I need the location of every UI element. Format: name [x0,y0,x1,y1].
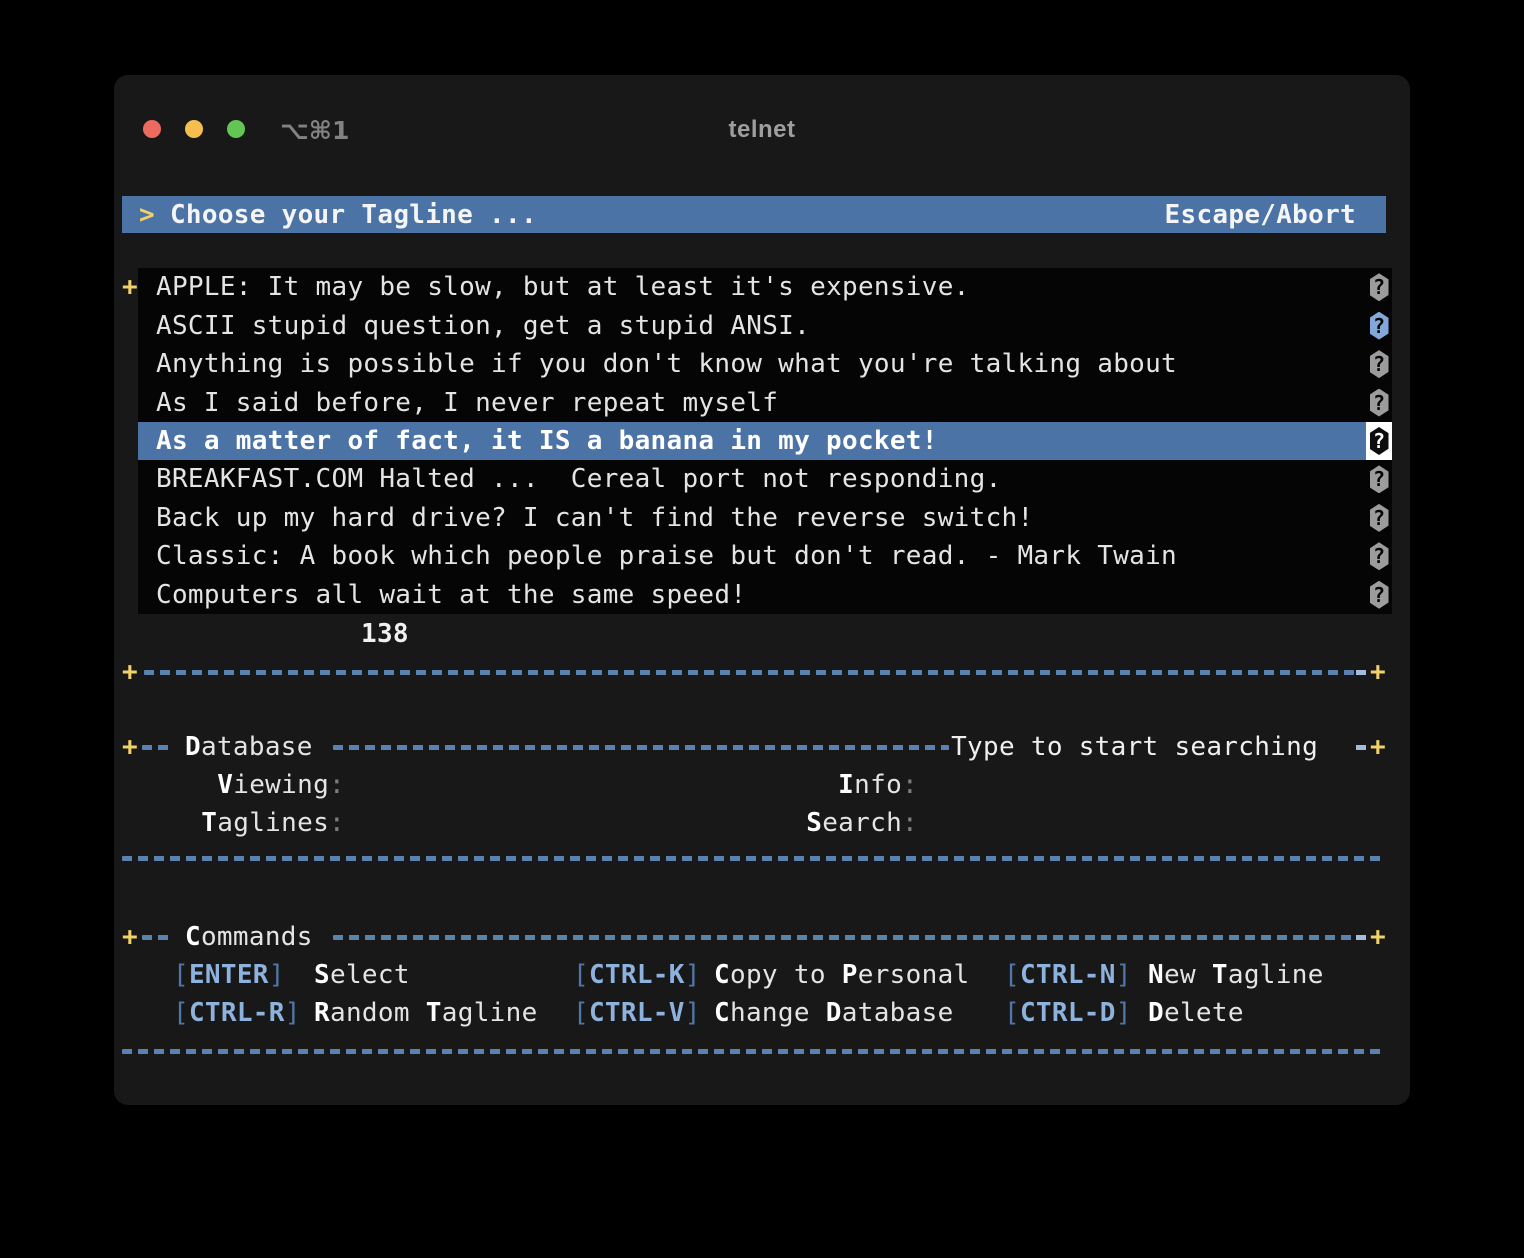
tagline-list: APPLE: It may be slow, but at least it's… [138,268,1392,614]
unknown-char-glyph-icon: ? [1366,460,1392,498]
tagline-row[interactable]: Anything is possible if you don't know w… [138,345,1392,383]
prompt-bar: > Choose your Tagline ... Escape/Abort [122,196,1386,233]
dashed-line [333,745,949,750]
tagline-row[interactable]: ASCII stupid question, get a stupid ANSI… [138,306,1392,344]
tagline-text: As a matter of fact, it IS a banana in m… [138,422,1366,460]
command-label[interactable]: Copy to Personal [714,956,970,994]
escape-abort-button[interactable]: Escape/Abort [1165,196,1356,234]
frame-corner-plus: + [122,268,138,306]
command-label[interactable]: Change Database [714,994,954,1032]
frame-plus: + [122,918,138,956]
tagline-text: As I said before, I never repeat myself [138,383,1366,421]
tagline-text: BREAKFAST.COM Halted ... Cereal port not… [138,460,1366,498]
dashed-line [142,745,169,750]
frame-plus: + [122,653,138,691]
window-title: telnet [114,116,1410,144]
command-key-ctrl-r[interactable]: [CTRL-R] [173,994,301,1032]
separator [122,1032,1386,1070]
tagline-text: APPLE: It may be slow, but at least it's… [138,268,1366,306]
unknown-char-glyph-icon: ? [1366,268,1392,306]
tagline-text: ASCII stupid question, get a stupid ANSI… [138,306,1366,344]
command-label[interactable]: Random Tagline [314,994,538,1032]
tagline-row[interactable]: Back up my hard drive? I can't find the … [138,499,1392,537]
command-key-enter[interactable]: [ENTER] [173,956,285,994]
dashed-line [333,935,1354,940]
tagline-row-selected[interactable]: As a matter of fact, it IS a banana in m… [138,422,1392,460]
frame-plus: + [1370,653,1386,691]
dashed-line-highlight [1356,670,1366,675]
command-key-ctrl-n[interactable]: [CTRL-N] [1004,956,1132,994]
tagline-row[interactable]: As I said before, I never repeat myself? [138,383,1392,421]
unknown-char-glyph-icon: ? [1366,499,1392,537]
tagline-row[interactable]: APPLE: It may be slow, but at least it's… [138,268,1392,306]
tagline-row[interactable]: Classic: A book which people praise but … [138,537,1392,575]
tagline-text: Classic: A book which people praise but … [138,537,1366,575]
dashed-line-highlight [1356,935,1366,940]
unknown-char-glyph-icon: ? [1366,345,1392,383]
tagline-row[interactable]: BREAKFAST.COM Halted ... Cereal port not… [138,460,1392,498]
command-key-ctrl-k[interactable]: [CTRL-K] [573,956,701,994]
command-label[interactable]: New Tagline [1148,956,1324,994]
tagline-text: Anything is possible if you don't know w… [138,345,1366,383]
separator [122,839,1386,877]
tagline-text: Computers all wait at the same speed! [138,576,1366,614]
unknown-char-glyph-icon: ? [1366,422,1392,460]
commands-panel-header: + Commands + [122,918,1386,956]
commands-panel-title: Commands [185,918,313,956]
dashed-line-highlight [1356,745,1366,750]
field-label-search: Search: [122,804,918,842]
command-label[interactable]: Delete [1148,994,1244,1032]
search-hint: Type to start searching [951,728,1318,766]
field-label-info: Info: [122,766,918,804]
command-key-ctrl-d[interactable]: [CTRL-D] [1004,994,1132,1032]
frame-plus: + [1370,918,1386,956]
titlebar: ⌥⌘1 telnet [114,75,1410,145]
unknown-char-glyph-icon: ? [1366,537,1392,575]
prompt-arrow-icon: > [139,196,155,234]
terminal-window: ⌥⌘1 telnet > Choose your Tagline ... Esc… [114,75,1410,1105]
unknown-char-glyph-icon: ? [1366,383,1392,421]
dashed-line [142,935,169,940]
dashed-line [144,670,1354,675]
dashed-line [122,856,1386,861]
tagline-text: Back up my hard drive? I can't find the … [138,499,1366,537]
unknown-char-glyph-icon: ? [1366,576,1392,614]
separator: + + [122,653,1386,691]
tagline-count: 138 [361,615,409,653]
frame-plus: + [122,728,138,766]
frame-plus: + [1370,728,1386,766]
command-key-ctrl-v[interactable]: [CTRL-V] [573,994,701,1032]
database-panel-header: + Database Type to start searching + [122,728,1386,766]
command-label[interactable]: Select [314,956,410,994]
tagline-row[interactable]: Computers all wait at the same speed!? [138,576,1392,614]
database-panel-title: Database [185,728,313,766]
dashed-line [122,1049,1386,1054]
unknown-char-glyph-icon: ? [1366,306,1392,344]
prompt-title: Choose your Tagline ... [170,196,537,234]
